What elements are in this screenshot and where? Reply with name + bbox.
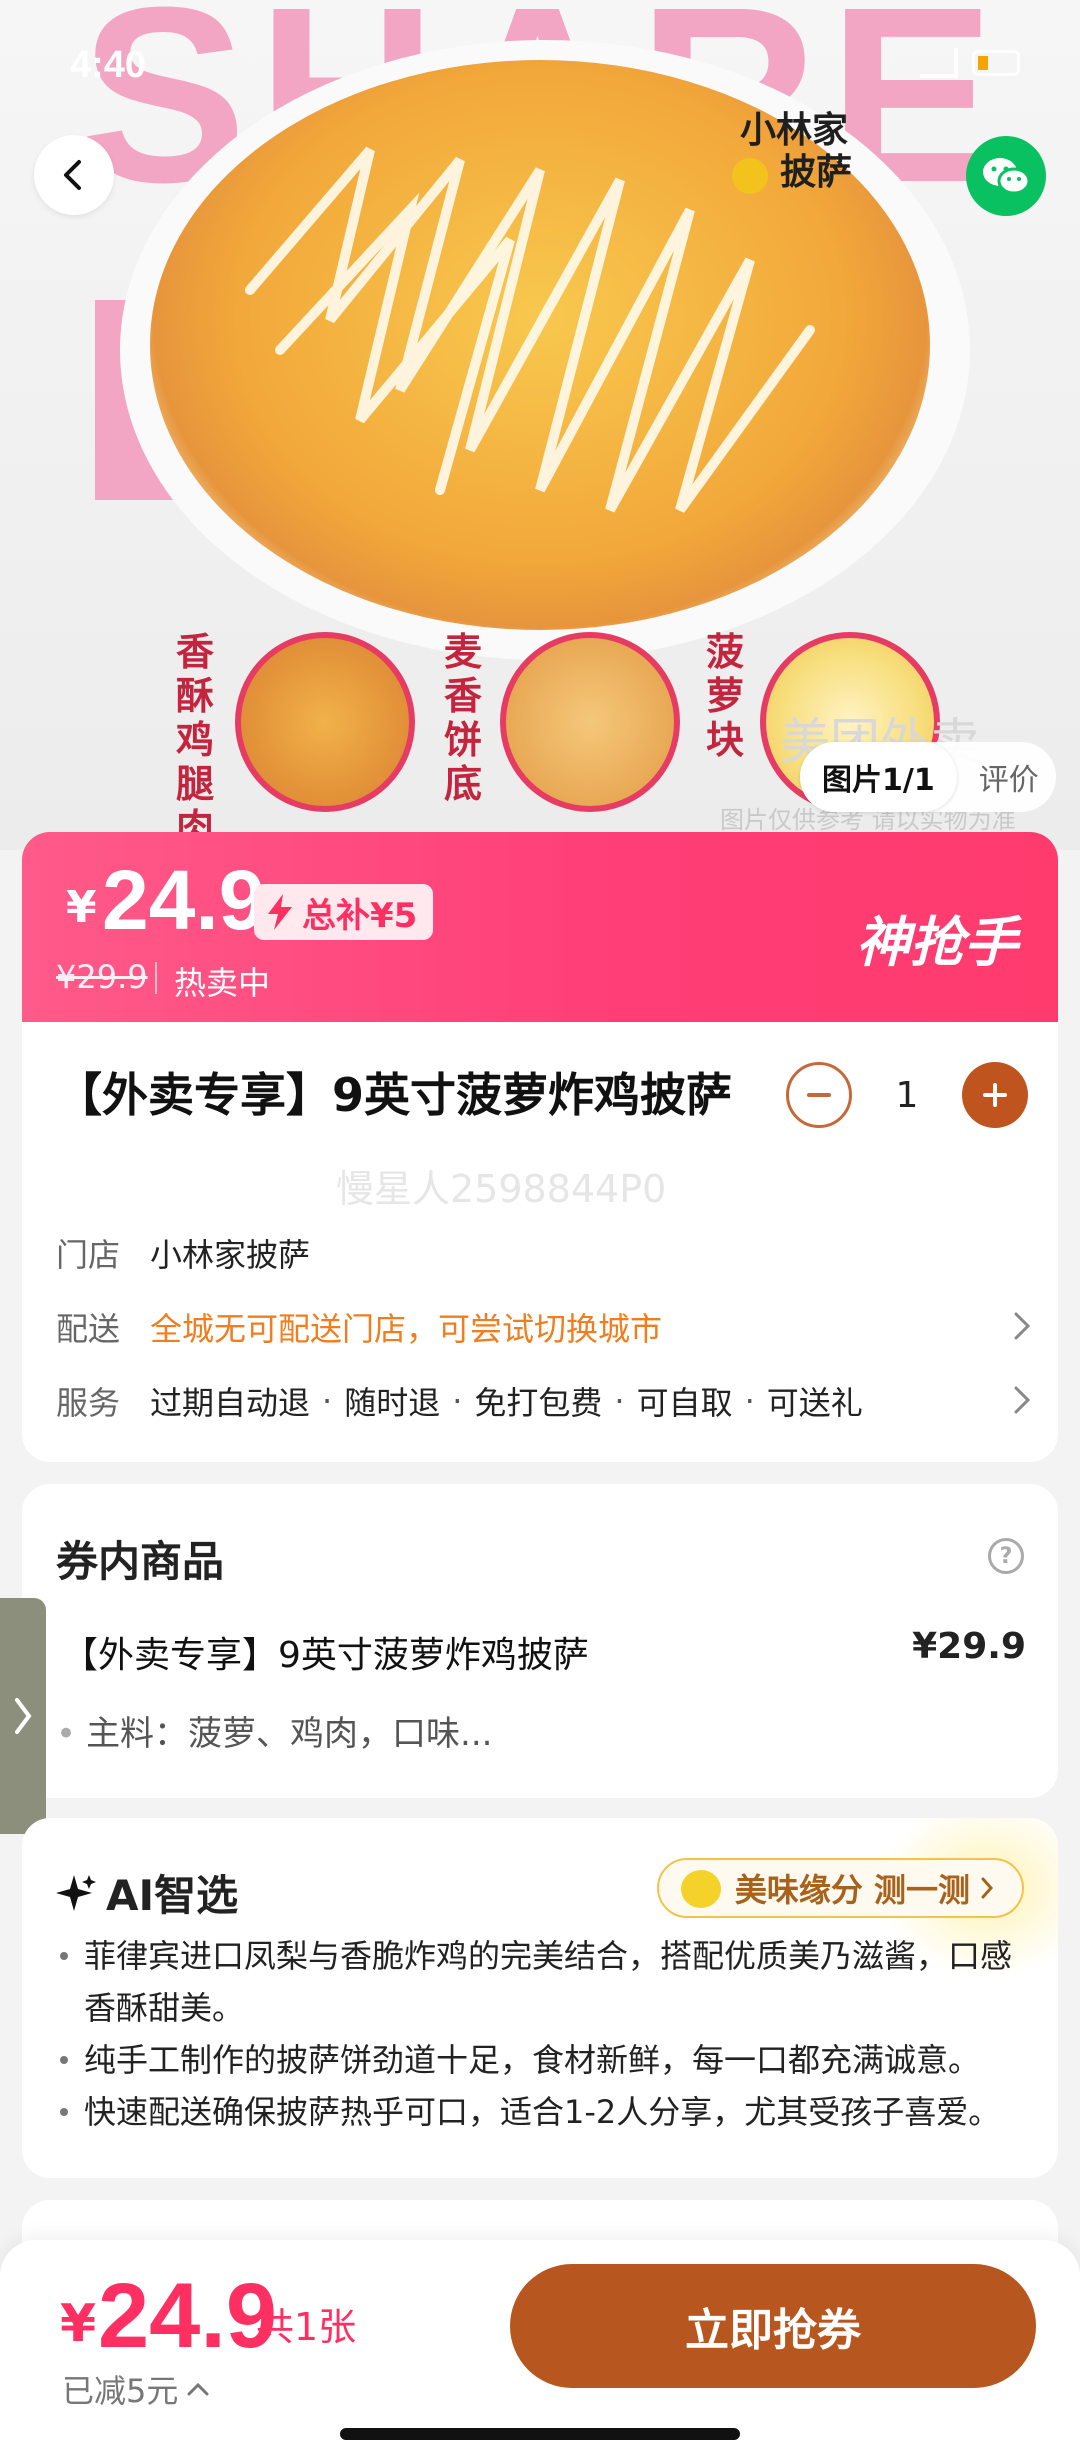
chevron-right-icon <box>15 1698 32 1734</box>
coupon-item-desc-text: 主料：菠萝、鸡肉，口味... <box>86 1714 493 1754</box>
ai-title-text: AI智选 <box>106 1871 239 1920</box>
total-currency: ¥ <box>60 2294 97 2354</box>
product-title: 【外卖专享】9英寸菠萝炸鸡披萨 <box>56 1068 733 1122</box>
delivery-value: 全城无可配送门店，可尝试切换城市 <box>150 1310 663 1348</box>
total-price: 24.9 <box>98 2265 278 2367</box>
price-current: 24.9 <box>102 853 266 947</box>
wechat-share-button[interactable] <box>966 136 1046 216</box>
bullet-dot: • <box>56 1714 77 1754</box>
separator-dot: · <box>614 1382 625 1420</box>
service-item: 可自取 <box>636 1384 733 1422</box>
ai-bullet: 纯手工制作的披萨饼劲道十足，食材新鲜，每一口都充满诚意。 <box>56 2034 1036 2086</box>
ai-bullet: 菲律宾进口凤梨与香脆炸鸡的完美结合，搭配优质美乃滋酱，口感香酥甜美。 <box>56 1930 1036 2034</box>
chevron-up-icon <box>187 2382 209 2396</box>
ai-title: AI智选 <box>56 1862 238 1923</box>
help-icon[interactable]: ? <box>988 1538 1024 1574</box>
store-key: 门店 <box>56 1236 121 1274</box>
coupon-items-card: 券内商品 ? 【外卖专享】9英寸菠萝炸鸡披萨 ¥29.9 • 主料：菠萝、鸡肉，口… <box>22 1484 1058 1798</box>
hero-image[interactable]: SHARE 4:40 小林家 披萨 香酥鸡腿肉 <box>0 0 1080 850</box>
sale-status: 热卖中 <box>174 964 271 1002</box>
separator-dot: · <box>322 1382 333 1420</box>
review-tab[interactable]: 评价 <box>957 755 1039 799</box>
ai-bullet-list: 菲律宾进口凤梨与香脆炸鸡的完美结合，搭配优质美乃滋酱，口感香酥甜美。 纯手工制作… <box>56 1930 1036 2138</box>
divider <box>155 962 157 994</box>
signal-icon <box>920 48 958 78</box>
image-counter: 图片1/1 评价 <box>800 742 1056 812</box>
plus-icon <box>983 1083 1007 1107</box>
price-banner: ¥ 24.9 总补¥5 ¥29.9 热卖中 神抢手 <box>22 832 1058 1022</box>
ai-bullet: 快速配送确保披萨热乎可口，适合1-2人分享，尤其受孩子喜爱。 <box>56 2086 1036 2138</box>
flavor-match-label: 美味缘分 测一测 <box>734 1871 970 1909</box>
service-item: 过期自动退 <box>150 1384 311 1422</box>
user-watermark: 慢星人2598844P0 <box>336 1167 667 1211</box>
quantity-stepper: 1 <box>786 1062 1028 1128</box>
wechat-icon <box>983 158 1031 195</box>
promo-brand-logo: 神抢手 <box>856 911 1018 974</box>
ingredient-label: 香酥鸡腿肉 <box>175 630 214 850</box>
status-icons <box>920 48 1020 78</box>
store-name: 小林家披萨 <box>150 1236 311 1274</box>
chevron-left-icon <box>64 160 81 190</box>
chevron-right-icon <box>1014 1386 1031 1414</box>
minus-icon <box>807 1093 831 1097</box>
chevron-right-icon <box>981 1877 994 1899</box>
coupon-item-price: ¥29.9 <box>912 1626 1026 1667</box>
subsidy-badge: 总补¥5 <box>254 884 434 940</box>
price-original: ¥29.9 <box>56 958 148 996</box>
status-time: 4:40 <box>70 44 147 86</box>
sun-logo-icon <box>732 158 768 194</box>
service-item: 可送礼 <box>766 1384 863 1422</box>
subsidy-text: 总补¥5 <box>302 895 418 936</box>
sparkle-icon <box>56 1874 96 1911</box>
delivery-row[interactable]: 配送 全城无可配送门店，可尝试切换城市 <box>56 1302 1036 1352</box>
battery-icon <box>972 50 1020 76</box>
coupon-item-desc[interactable]: • 主料：菠萝、鸡肉，口味... <box>56 1706 493 1755</box>
price-currency: ¥ <box>66 882 97 933</box>
buy-coupon-button[interactable]: 立即抢券 <box>510 2264 1036 2388</box>
delivery-key: 配送 <box>56 1310 121 1348</box>
coupon-item-name: 【外卖专享】9英寸菠萝炸鸡披萨 <box>62 1635 589 1676</box>
service-key: 服务 <box>56 1384 121 1422</box>
quantity-value: 1 <box>895 1074 919 1116</box>
discount-summary[interactable]: 已减5元 <box>62 2366 210 2412</box>
ingredient-label: 菠萝块 <box>705 630 744 762</box>
brand-logo-line1: 小林家 <box>740 110 849 151</box>
separator-dot: · <box>452 1382 463 1420</box>
increase-quantity-button[interactable] <box>962 1062 1028 1128</box>
service-row[interactable]: 服务 过期自动退 · 随时退 · 免打包费 · 可自取 · 可送礼 <box>56 1376 1036 1426</box>
lightning-icon <box>268 894 292 930</box>
service-item: 免打包费 <box>474 1384 603 1422</box>
back-button[interactable] <box>34 135 114 215</box>
smiley-icon <box>680 1870 721 1908</box>
service-item: 随时退 <box>344 1384 441 1422</box>
ai-recommendation-card: AI智选 美味缘分 测一测 菲律宾进口凤梨与香脆炸鸡的完美结合，搭配优质美乃滋酱… <box>22 1818 1058 2178</box>
coupon-items-title: 券内商品 <box>56 1537 225 1586</box>
side-drawer-handle[interactable] <box>0 1598 46 1834</box>
store-row: 门店 小林家披萨 <box>56 1228 1036 1278</box>
ingredient-label: 麦香饼底 <box>443 630 482 806</box>
product-card: 【外卖专享】9英寸菠萝炸鸡披萨 1 慢星人2598844P0 门店 小林家披萨 … <box>22 1022 1058 1462</box>
flavor-match-button[interactable]: 美味缘分 测一测 <box>656 1858 1024 1918</box>
image-counter-tab[interactable]: 图片1/1 <box>800 742 957 812</box>
discount-text: 已减5元 <box>62 2372 179 2410</box>
ingredient-photo-chicken <box>235 632 415 812</box>
ingredient-photo-crust <box>500 632 680 812</box>
decrease-quantity-button[interactable] <box>786 1062 852 1128</box>
bottom-action-bar: ¥ 24.9 共1张 已减5元 立即抢券 <box>0 2240 1080 2460</box>
chevron-right-icon <box>1014 1312 1031 1340</box>
coupon-count: 共1张 <box>256 2305 357 2349</box>
home-indicator <box>340 2428 740 2440</box>
status-bar: 4:40 <box>0 40 1080 100</box>
brand-logo: 小林家 披萨 <box>732 110 910 200</box>
separator-dot: · <box>744 1382 755 1420</box>
